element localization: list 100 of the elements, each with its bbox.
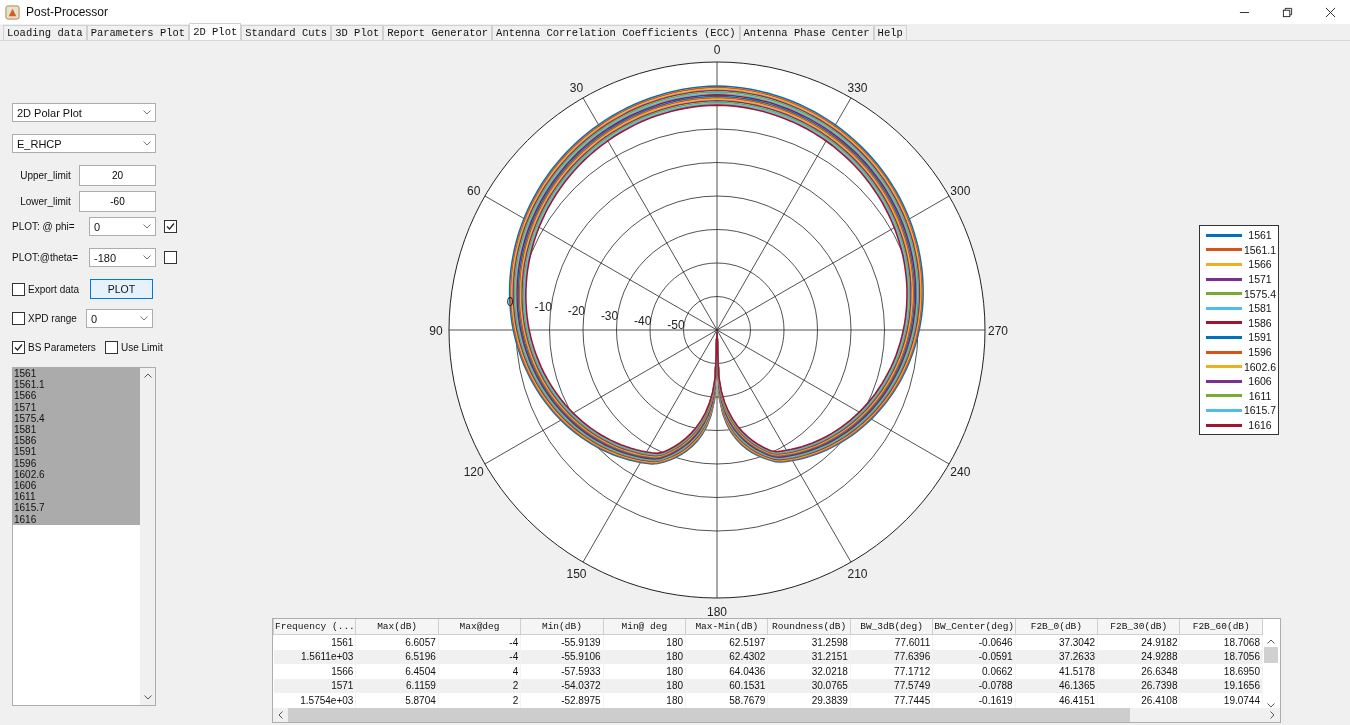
- frequency-listbox[interactable]: 1561 1561.1 1566 1571 1575.4 1581 1586 1591 1596 1602.6 1606 1611 1615.7 1616: [12, 367, 156, 706]
- column-header[interactable]: Max@deg: [438, 619, 521, 635]
- table-cell: 6.5196: [355, 649, 439, 664]
- tab[interactable]: Parameters Plot: [86, 25, 190, 40]
- table-cell: 1.5754e+03: [273, 693, 356, 708]
- checkbox[interactable]: [164, 251, 177, 264]
- column-header[interactable]: Roundness(dB): [767, 619, 851, 635]
- table-cell: 1561: [273, 634, 356, 650]
- column-header[interactable]: F2B_0(dB): [1015, 619, 1098, 635]
- legend-label: 1591: [1247, 331, 1273, 344]
- table-cell: -0.0646: [932, 634, 1016, 650]
- legend-label: 1615.7: [1242, 404, 1278, 417]
- xpd-dropdown[interactable]: 0: [86, 309, 153, 328]
- plot-type-dropdown[interactable]: 2D Polar Plot: [12, 103, 156, 122]
- field-dropdown[interactable]: E_RHCP: [12, 134, 156, 153]
- tab[interactable]: 2D Plot: [189, 23, 242, 40]
- table-cell: 6.1159: [355, 678, 439, 693]
- table-cell: -54.0372: [520, 678, 604, 693]
- table-cell: 77.6396: [850, 649, 933, 664]
- table-cell: 1571: [273, 678, 356, 693]
- tab[interactable]: Report Generator: [383, 25, 493, 40]
- column-header[interactable]: F2B_60(dB): [1179, 619, 1263, 635]
- legend-label: 1561.1: [1242, 243, 1278, 256]
- angle-label: 300: [950, 183, 971, 198]
- tab[interactable]: Standard Cuts: [241, 25, 332, 40]
- table-cell: 26.6348: [1097, 664, 1180, 679]
- legend-label: 1616: [1247, 419, 1273, 431]
- ring-label: -40: [634, 313, 652, 328]
- restore-icon[interactable]: [1282, 6, 1293, 18]
- legend-label: 1602.6: [1242, 360, 1278, 373]
- tab[interactable]: 3D Plot: [331, 25, 384, 40]
- table-cell: 24.9182: [1097, 634, 1180, 650]
- table-cell: 18.7068: [1179, 634, 1263, 650]
- list-item[interactable]: 1611: [13, 491, 140, 503]
- caret-icon[interactable]: [140, 316, 148, 321]
- phi-dropdown[interactable]: 0: [89, 217, 156, 236]
- checkbox[interactable]: [12, 282, 25, 296]
- input-field[interactable]: -60: [79, 191, 156, 212]
- angle-label: 0: [713, 43, 721, 57]
- column-header[interactable]: BW_3dB(deg): [850, 619, 933, 635]
- tab[interactable]: Antenna Phase Center: [739, 25, 874, 40]
- list-item[interactable]: 1591: [13, 446, 140, 458]
- list-item[interactable]: 1561: [13, 368, 140, 380]
- table-cell: 37.2633: [1015, 649, 1098, 664]
- table-cell: 77.6011: [850, 634, 933, 650]
- checkbox[interactable]: [12, 312, 25, 325]
- table-cell: -4: [438, 634, 521, 650]
- field-label: Lower_limit: [19, 196, 72, 207]
- checkbox[interactable]: [105, 341, 118, 354]
- checkbox[interactable]: [164, 220, 177, 233]
- angle-label: 90: [429, 324, 443, 338]
- list-item[interactable]: 1596: [13, 457, 140, 469]
- input-field[interactable]: 20: [79, 165, 156, 186]
- column-header[interactable]: Frequency (...: [273, 619, 356, 635]
- ring-label: -30: [600, 308, 619, 323]
- column-header[interactable]: Min@ deg: [603, 619, 686, 635]
- table-cell: 180: [603, 634, 686, 650]
- column-header[interactable]: Max(dB): [355, 619, 439, 635]
- table-cell: 6.4504: [355, 664, 439, 679]
- tab[interactable]: Antenna Correlation Coefficients (ECC): [492, 25, 740, 40]
- list-item[interactable]: 1566: [13, 390, 140, 402]
- legend-label: 1566: [1247, 258, 1273, 271]
- column-header[interactable]: F2B_30(dB): [1097, 619, 1180, 635]
- theta-dropdown[interactable]: -180: [89, 248, 156, 267]
- list-item[interactable]: 1571: [13, 401, 140, 413]
- legend-label: 1611: [1247, 389, 1273, 402]
- table-cell: 180: [603, 678, 686, 693]
- caret-icon[interactable]: [143, 110, 151, 115]
- table-cell: -4: [438, 649, 521, 664]
- caret-icon[interactable]: [143, 224, 151, 229]
- list-item[interactable]: 1616: [13, 513, 140, 525]
- caret-icon[interactable]: [143, 141, 151, 146]
- column-header[interactable]: BW_Center(deg): [932, 619, 1016, 635]
- table-cell: 2: [438, 678, 521, 693]
- list-item[interactable]: 1615.7: [13, 502, 140, 514]
- list-item[interactable]: 1606: [13, 480, 140, 492]
- angle-label: 210: [847, 567, 868, 582]
- column-header[interactable]: Max-Min(dB): [685, 619, 768, 635]
- plot-button[interactable]: PLOT: [90, 279, 153, 299]
- close-icon[interactable]: [1325, 6, 1336, 18]
- caret-icon[interactable]: [143, 255, 151, 260]
- scrollbar-thumb[interactable]: [1263, 647, 1278, 663]
- scrollbar[interactable]: [273, 707, 1280, 722]
- scrollbar[interactable]: [140, 368, 155, 705]
- column-header[interactable]: Min(dB): [520, 619, 604, 635]
- list-item[interactable]: 1581: [13, 424, 140, 436]
- checkbox[interactable]: [12, 341, 25, 354]
- angle-label: 240: [950, 464, 971, 479]
- legend-label: 1581: [1247, 302, 1273, 315]
- field-label: PLOT:@theta=: [12, 252, 80, 263]
- angle-label: 180: [707, 605, 727, 616]
- table-cell: -0.0591: [932, 649, 1016, 664]
- list-item[interactable]: 1561.1: [13, 379, 140, 391]
- angle-label: 270: [988, 324, 1008, 338]
- tab[interactable]: Loading data: [3, 25, 87, 40]
- table-cell: 5.8704: [355, 693, 439, 708]
- legend-label: 1606: [1247, 375, 1273, 388]
- angle-label: 150: [566, 567, 587, 582]
- tab[interactable]: Help: [873, 25, 907, 40]
- list-item[interactable]: 1586: [13, 435, 140, 447]
